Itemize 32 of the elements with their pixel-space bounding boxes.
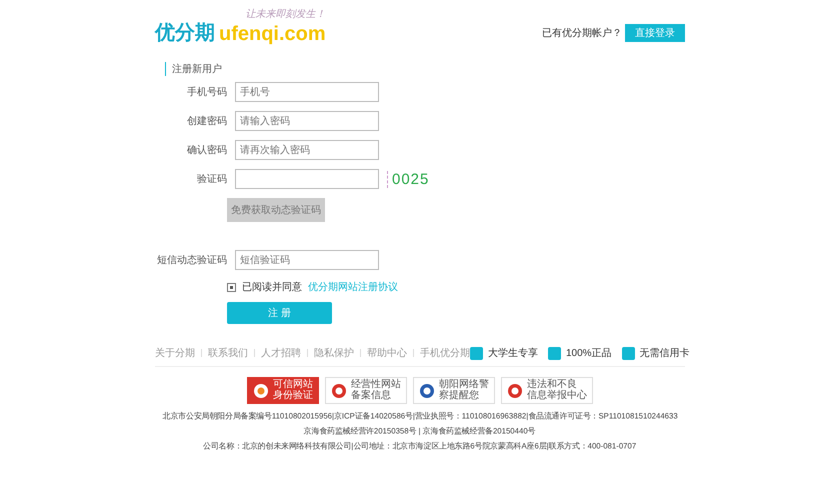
field-label: 手机号码 xyxy=(186,86,227,99)
certification-badge[interactable]: 可信网站 身份验证 xyxy=(247,377,319,404)
feature-label: 100%正品 xyxy=(566,347,612,360)
logo-text: 优分期 xyxy=(155,21,215,46)
slogan: 让未来即刻发生！ xyxy=(246,8,326,21)
field-label: 验证码 xyxy=(196,173,227,186)
logo-domain: ufenqi.com xyxy=(219,23,326,46)
field-label: 确认密码 xyxy=(186,144,227,157)
footer-link[interactable]: 手机优分期 xyxy=(420,346,470,360)
footer-link[interactable]: 联系我们 xyxy=(208,346,248,360)
login-button[interactable]: 直接登录 xyxy=(625,24,685,42)
captcha-image[interactable]: 0025 xyxy=(387,170,434,188)
account-prompt: 已有优分期帐户？ xyxy=(542,26,622,40)
input-field[interactable]: 手机号 xyxy=(235,82,379,102)
input-field[interactable]: 请输入密码 xyxy=(235,111,379,131)
certification-badge[interactable]: 经营性网站 备案信息 xyxy=(325,377,407,404)
feature-label: 无需信用卡 xyxy=(640,346,690,360)
form-title: 注册新用户 xyxy=(165,62,222,76)
agreement-text: 已阅读并同意 xyxy=(242,280,302,294)
footer-link[interactable]: 关于分期 xyxy=(155,346,195,360)
field-label: 短信动态验证码 xyxy=(156,254,227,267)
footer-link[interactable]: 隐私保护 xyxy=(314,346,354,360)
field-label: 创建密码 xyxy=(186,114,227,128)
input-field[interactable]: 请再次输入密码 xyxy=(235,140,379,160)
input-field[interactable]: 短信验证码 xyxy=(235,250,379,270)
register-button[interactable]: 注 册 xyxy=(227,302,332,324)
agreement-link[interactable]: 优分期网站注册协议 xyxy=(308,280,398,294)
footer-link[interactable]: 帮助中心 xyxy=(367,346,407,360)
certification-badge[interactable]: 违法和不良 信息举报中心 xyxy=(501,377,593,404)
certification-badge[interactable]: 朝阳网络警 察提醒您 xyxy=(413,377,495,404)
footer-link[interactable]: 人才招聘 xyxy=(261,346,301,360)
feature-label: 大学生专享 xyxy=(488,346,538,360)
